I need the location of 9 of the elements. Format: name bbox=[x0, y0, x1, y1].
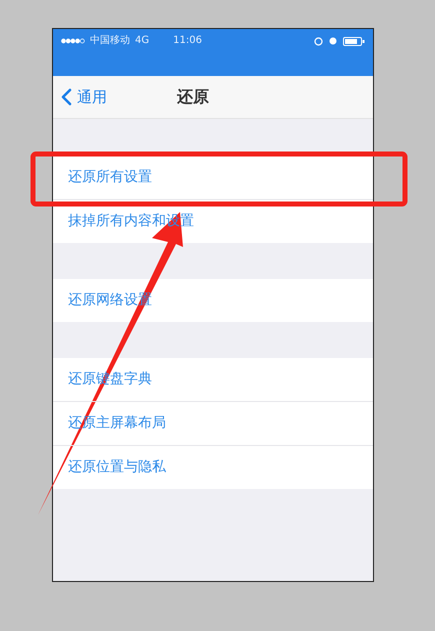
battery-icon bbox=[343, 36, 365, 46]
network-type: 4G bbox=[135, 34, 150, 48]
page-title: 还原 bbox=[177, 86, 209, 108]
signal-icon bbox=[61, 38, 85, 44]
clock-time: 11:06 bbox=[173, 34, 202, 48]
back-chevron-icon bbox=[61, 88, 72, 106]
list-row[interactable]: 还原所有设置 bbox=[53, 156, 373, 199]
carrier-name: 中国移动 bbox=[90, 34, 130, 48]
back-button[interactable]: 通用 bbox=[53, 88, 107, 106]
